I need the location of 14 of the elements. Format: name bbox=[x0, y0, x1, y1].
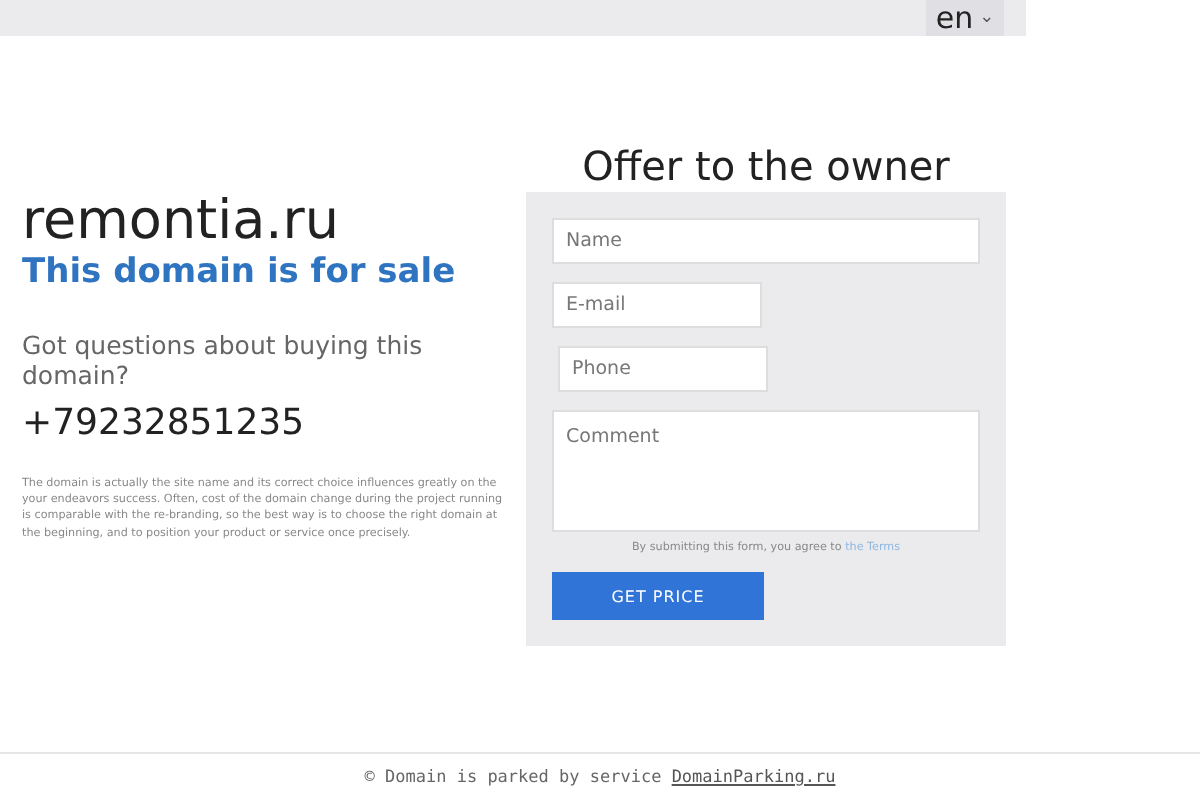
comment-field[interactable]: Comment bbox=[552, 409, 980, 533]
submit-button[interactable]: GET PRICE bbox=[552, 572, 764, 620]
language-button[interactable]: en ⌄ bbox=[926, 0, 1004, 36]
question-text: Got questions about buying this domain? bbox=[22, 330, 425, 390]
phone-number: +79232851235 bbox=[22, 402, 307, 444]
input-field[interactable]: Name bbox=[552, 218, 980, 264]
input-field[interactable]: E-mail bbox=[552, 281, 762, 328]
sale-headline: This domain is for sale bbox=[22, 252, 458, 292]
input-field[interactable]: Phone bbox=[558, 345, 768, 392]
footer-text: © Domain is parked by service DomainParking.ru bbox=[362, 768, 838, 788]
domain-name: remontia.ru bbox=[22, 192, 341, 252]
parking-link[interactable]: DomainParking.ru bbox=[671, 768, 836, 788]
caret-icon: ⌄ bbox=[979, 8, 995, 28]
form-title: Offer to the owner bbox=[580, 140, 952, 192]
